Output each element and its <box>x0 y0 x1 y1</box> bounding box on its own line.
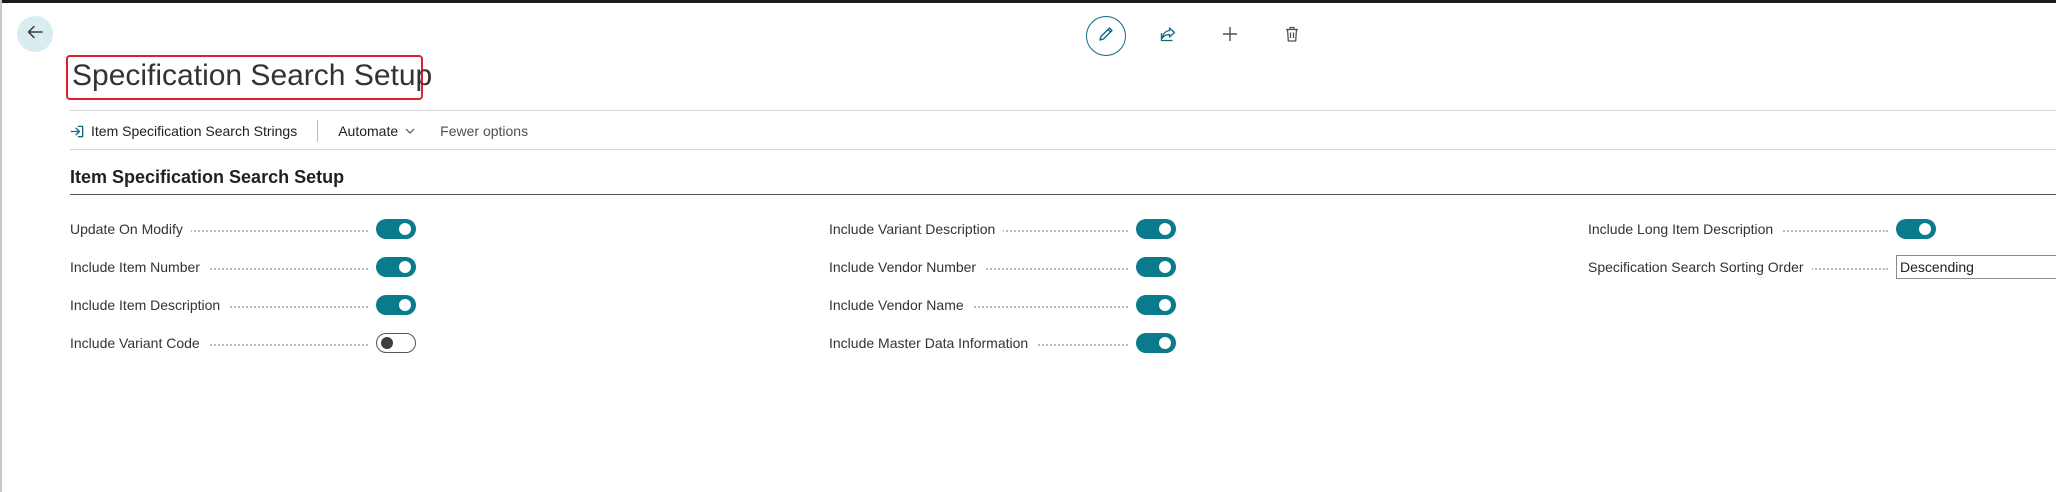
field-include-vendor-number: Include Vendor Number <box>829 255 1176 279</box>
arrow-left-icon <box>26 23 44 46</box>
section-underline <box>70 194 2056 195</box>
field-label: Include Master Data Information <box>829 331 1037 355</box>
field-label: Update On Modify <box>70 217 191 241</box>
action-item-specification-search-strings[interactable]: Item Specification Search Strings <box>70 123 297 139</box>
section-title: Item Specification Search Setup <box>70 167 345 187</box>
toggle-knob <box>1159 223 1171 235</box>
share-icon <box>1159 25 1177 48</box>
toggle-include-item-number[interactable] <box>376 257 416 277</box>
toggle-knob <box>1919 223 1931 235</box>
toggle-include-master-data-information[interactable] <box>1136 333 1176 353</box>
toggle-include-item-description[interactable] <box>376 295 416 315</box>
fewer-options-button[interactable]: Fewer options <box>440 123 528 139</box>
field-label: Include Vendor Name <box>829 293 972 317</box>
plus-icon <box>1221 25 1239 48</box>
field-label: Include Variant Description <box>829 217 1004 241</box>
field-include-master-data-information: Include Master Data Information <box>829 331 1176 355</box>
sign-in-arrow-icon <box>70 124 85 139</box>
toggle-knob <box>381 337 393 349</box>
field-label: Include Vendor Number <box>829 255 985 279</box>
back-button[interactable] <box>17 16 53 52</box>
automate-label: Automate <box>338 123 399 139</box>
action-bar: Item Specification Search Strings Automa… <box>70 116 528 146</box>
divider-top <box>70 110 2056 111</box>
delete-button[interactable] <box>1272 16 1312 56</box>
share-button[interactable] <box>1148 16 1188 56</box>
field-include-vendor-name: Include Vendor Name <box>829 293 1176 317</box>
toggle-knob <box>1159 261 1171 273</box>
divider-action-bar <box>70 149 2056 150</box>
toggle-include-long-item-description[interactable] <box>1896 219 1936 239</box>
field-include-variant-description: Include Variant Description <box>829 217 1176 241</box>
field-include-item-number: Include Item Number <box>70 255 416 279</box>
toggle-include-variant-code[interactable] <box>376 333 416 353</box>
fewer-options-label: Fewer options <box>440 123 529 139</box>
field-label: Include Item Description <box>70 293 229 317</box>
field-include-item-description: Include Item Description <box>70 293 416 317</box>
field-label: Include Long Item Description <box>1588 217 1782 241</box>
toggle-include-variant-description[interactable] <box>1136 219 1176 239</box>
action-bar-separator <box>317 120 319 142</box>
toggle-include-vendor-number[interactable] <box>1136 257 1176 277</box>
toggle-update-on-modify[interactable] <box>376 219 416 239</box>
toggle-knob <box>399 223 411 235</box>
toggle-knob <box>1159 299 1171 311</box>
page-title-highlight: Specification Search Setup <box>66 55 432 100</box>
action-item-label: Item Specification Search Strings <box>91 123 298 139</box>
field-label: Include Variant Code <box>70 331 208 355</box>
field-label: Specification Search Sorting Order <box>1588 255 1812 279</box>
pencil-icon <box>1097 25 1115 48</box>
page-actions-toolbar <box>1086 16 1334 56</box>
field-include-long-item-description: Include Long Item Description <box>1588 217 1936 241</box>
edit-button[interactable] <box>1086 16 1126 56</box>
new-button[interactable] <box>1210 16 1250 56</box>
window-left-border <box>0 0 2 492</box>
toggle-knob <box>1159 337 1171 349</box>
automate-menu[interactable]: Automate <box>338 123 416 139</box>
toggle-knob <box>399 261 411 273</box>
field-specification-search-sorting-order: Specification Search Sorting Order Desce… <box>1588 255 2056 279</box>
field-include-variant-code: Include Variant Code <box>70 331 416 355</box>
window-top-border <box>0 0 2056 3</box>
chevron-down-icon <box>404 125 416 137</box>
page-title: Specification Search Setup <box>72 59 433 92</box>
sorting-order-select[interactable]: Descending <box>1896 255 2056 279</box>
trash-icon <box>1283 25 1301 48</box>
toggle-include-vendor-name[interactable] <box>1136 295 1176 315</box>
toggle-knob <box>399 299 411 311</box>
field-label: Include Item Number <box>70 255 208 279</box>
field-update-on-modify: Update On Modify <box>70 217 416 241</box>
